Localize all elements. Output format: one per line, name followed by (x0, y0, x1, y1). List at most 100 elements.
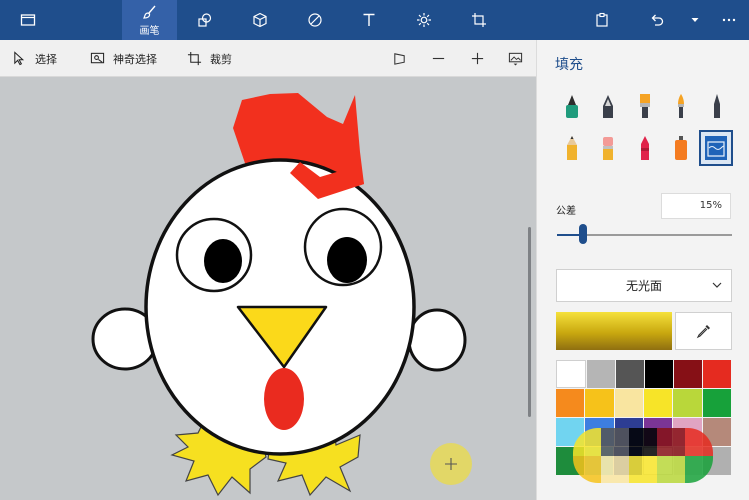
crayon-tool[interactable] (630, 132, 660, 164)
tab-brushes[interactable]: 画笔 (122, 0, 177, 40)
minus-icon (432, 57, 444, 60)
overlay-swatch (657, 455, 685, 483)
palette-scroll-overlay[interactable] (573, 428, 713, 483)
watercolor-icon (678, 94, 684, 118)
fill-tool[interactable] (699, 130, 733, 166)
active-color-swatch[interactable] (556, 312, 672, 350)
effects-icon (417, 13, 431, 27)
select-label: 选择 (35, 52, 57, 66)
sticker-icon (308, 13, 322, 27)
tab-3d-shapes[interactable] (240, 0, 280, 40)
pixel-pen-icon (714, 94, 720, 118)
overlay-swatch (573, 455, 601, 483)
magic-select-label: 神奇选择 (113, 52, 157, 66)
color-swatch[interactable] (616, 360, 644, 388)
color-swatch[interactable] (645, 360, 673, 388)
overlay-row (573, 428, 713, 456)
eraser-icon (603, 137, 613, 160)
eyedropper-button[interactable] (675, 312, 732, 350)
more-icon (722, 18, 736, 22)
tab-stickers[interactable] (295, 0, 335, 40)
right-pupil (327, 237, 367, 283)
folder-icon (20, 14, 36, 26)
select-button[interactable]: 选择 (12, 40, 57, 77)
calligraphy-pen-tool[interactable] (593, 90, 623, 122)
overlay-swatch (629, 455, 657, 483)
crayon-icon (641, 136, 649, 160)
color-swatch[interactable] (614, 389, 643, 417)
cursor-arrow-icon (14, 51, 25, 66)
touch-cursor (430, 443, 472, 485)
vertical-scrollbar[interactable] (528, 227, 531, 417)
overlay-swatch (657, 428, 685, 456)
history-dropdown-icon (691, 18, 699, 22)
cube-3d-icon (253, 12, 267, 28)
crosshair-icon (445, 458, 457, 470)
brush-icon (142, 5, 156, 19)
pencil-tool[interactable] (557, 132, 587, 164)
color-swatch[interactable] (702, 389, 731, 417)
magic-select-button[interactable]: 神奇选择 (90, 40, 157, 77)
color-swatch[interactable] (556, 389, 585, 417)
color-swatch[interactable] (673, 389, 702, 417)
view-3d-button[interactable] (384, 40, 414, 77)
secondary-toolbar: 选择 神奇选择 裁剪 (0, 40, 536, 77)
color-swatch[interactable] (556, 360, 586, 388)
tab-2d-shapes[interactable] (185, 0, 225, 40)
tab-text[interactable] (349, 0, 389, 40)
pixel-pen-tool[interactable] (702, 90, 732, 122)
paste-icon (596, 12, 608, 27)
color-swatch[interactable] (587, 360, 615, 388)
left-pupil (204, 239, 242, 283)
menu-button[interactable] (8, 0, 48, 40)
image-view-button[interactable] (500, 40, 530, 77)
color-swatch[interactable] (703, 360, 731, 388)
palette-row (556, 389, 732, 417)
undo-button[interactable] (637, 0, 677, 40)
tab-effects[interactable] (404, 0, 444, 40)
tolerance-label: 公差 (556, 206, 576, 217)
spray-can-icon (675, 136, 687, 160)
calligraphy-pen-icon (603, 95, 613, 118)
spray-can-tool[interactable] (666, 132, 696, 164)
oil-brush-tool[interactable] (630, 90, 660, 122)
marker-tool[interactable] (557, 90, 587, 122)
tab-canvas[interactable] (459, 0, 499, 40)
oil-brush-icon (640, 94, 650, 118)
paste-button[interactable] (582, 0, 622, 40)
chicken-drawing (91, 93, 467, 497)
watercolor-tool[interactable] (666, 90, 696, 122)
tolerance-slider-thumb[interactable] (579, 224, 587, 244)
canvas-crop-icon (472, 13, 486, 27)
crop-icon (187, 51, 202, 66)
overlay-swatch (629, 428, 657, 456)
mouth (264, 368, 304, 430)
plus-icon (471, 52, 483, 65)
drawing-canvas[interactable] (0, 77, 536, 500)
crop-button[interactable]: 裁剪 (187, 40, 232, 77)
palette-row (556, 360, 732, 388)
shapes-2d-icon (198, 13, 212, 27)
overlay-swatch (685, 428, 713, 456)
crop-label: 裁剪 (210, 52, 232, 66)
color-swatch[interactable] (643, 389, 673, 417)
top-toolbar: 画笔 (0, 0, 749, 40)
history-dropdown-button[interactable] (680, 0, 710, 40)
overlay-swatch (601, 455, 629, 483)
chevron-down-icon (712, 282, 722, 288)
eyedropper-icon (696, 325, 710, 339)
overlay-row (573, 455, 713, 483)
eraser-tool[interactable] (593, 132, 623, 164)
color-swatch[interactable] (674, 360, 702, 388)
finish-dropdown[interactable]: 无光面 (556, 269, 732, 302)
perspective-icon (393, 53, 405, 65)
more-button[interactable] (709, 0, 749, 40)
color-swatch[interactable] (585, 389, 614, 417)
zoom-in-button[interactable] (462, 40, 492, 77)
image-icon (508, 52, 522, 66)
zoom-out-button[interactable] (423, 40, 453, 77)
tolerance-input[interactable]: 15% (661, 193, 731, 219)
marker-icon (566, 95, 578, 118)
pencil-icon (567, 136, 577, 160)
brush-tab-label: 画笔 (139, 25, 160, 37)
